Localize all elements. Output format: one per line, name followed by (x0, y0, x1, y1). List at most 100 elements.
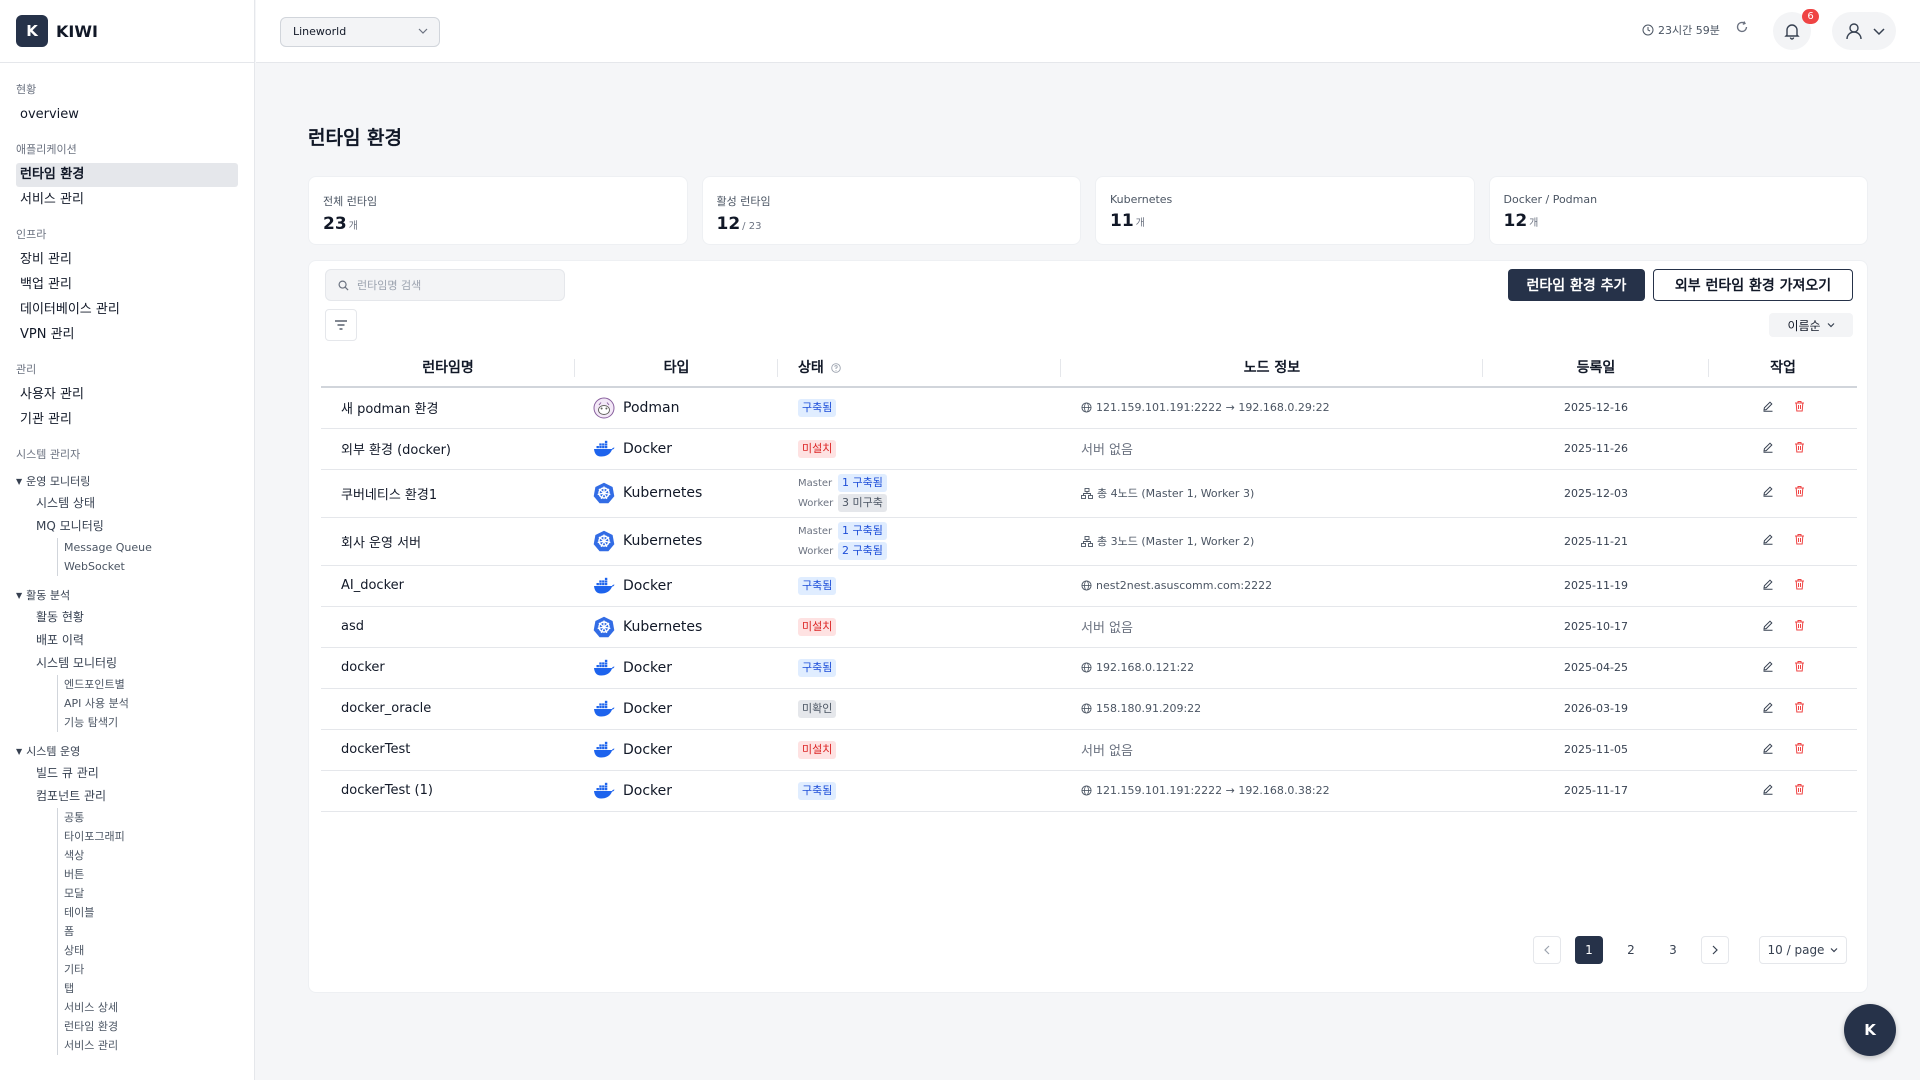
table-row[interactable]: dockerTest Docker 미설치 서버 없음 2025-11-05 (321, 729, 1857, 771)
runtime-name-link[interactable]: dockerTest (341, 742, 410, 757)
edit-icon[interactable] (1762, 742, 1774, 754)
sidebar-subitem[interactable]: 활동 현황 (16, 606, 238, 629)
edit-icon[interactable] (1762, 783, 1774, 795)
sidebar-subsubitem[interactable]: 폼 (64, 922, 238, 941)
sidebar-subsubitem[interactable]: API 사용 분석 (64, 694, 238, 713)
runtime-name-link[interactable]: dockerTest (1) (341, 783, 433, 798)
sort-select[interactable]: 이름순 (1769, 313, 1853, 337)
page-3-button[interactable]: 3 (1659, 936, 1687, 964)
table-row[interactable]: docker_oracle Docker 미확인 158.180.91.209:… (321, 688, 1857, 730)
runtime-name-link[interactable]: 회사 운영 서버 (341, 536, 421, 551)
sidebar-item[interactable]: 백업 관리 (16, 273, 238, 297)
edit-icon[interactable] (1762, 400, 1774, 412)
runtime-name-link[interactable]: 새 podman 환경 (341, 402, 438, 417)
table-row[interactable]: 회사 운영 서버 Kubernetes Master 1 구축됨 Worker 2 … (321, 517, 1857, 566)
sidebar-subitem[interactable]: 시스템 상태 (16, 492, 238, 515)
runtime-name-link[interactable]: docker_oracle (341, 701, 431, 716)
table-row[interactable]: asd Kubernetes 미설치 서버 없음 2025-10-17 (321, 606, 1857, 648)
sidebar-subsubitem[interactable]: 기타 (64, 960, 238, 979)
sidebar-subitem[interactable]: 컴포넌트 관리 (16, 785, 238, 808)
runtime-name-link[interactable]: asd (341, 619, 364, 634)
col-header-type[interactable]: 타입 (575, 347, 778, 388)
trash-icon[interactable] (1794, 742, 1805, 754)
trash-icon[interactable] (1794, 660, 1805, 672)
page-1-button[interactable]: 1 (1575, 936, 1603, 964)
page-2-button[interactable]: 2 (1617, 936, 1645, 964)
org-select[interactable]: Lineworld (280, 17, 440, 47)
trash-icon[interactable] (1794, 783, 1805, 795)
sidebar-subsubitem[interactable]: 기능 탐색기 (64, 713, 238, 732)
next-page-button[interactable] (1701, 936, 1729, 964)
trash-icon[interactable] (1794, 400, 1805, 412)
table-row[interactable]: 새 podman 환경 Podman 구축됨 121.159.101.191:2… (321, 387, 1857, 429)
runtime-name-link[interactable]: 쿠버네티스 환경1 (341, 488, 437, 503)
runtime-name-link[interactable]: AI_docker (341, 578, 404, 593)
table-row[interactable]: dockerTest (1) Docker 구축됨 121.159.101.19… (321, 770, 1857, 812)
col-header-date[interactable]: 등록일 (1483, 347, 1709, 388)
assistant-fab-button[interactable]: K (1844, 1004, 1896, 1056)
table-row[interactable]: 외부 환경 (docker) Docker 미설치 서버 없음 2025-11-… (321, 428, 1857, 470)
sidebar-subitem[interactable]: 시스템 모니터링 (16, 652, 238, 675)
sidebar-subsubitem[interactable]: 런타임 환경 (64, 1017, 238, 1036)
sidebar-item[interactable]: 사용자 관리 (16, 383, 238, 407)
sidebar-item[interactable]: 데이터베이스 관리 (16, 298, 238, 322)
sidebar-subitem[interactable]: 배포 이력 (16, 629, 238, 652)
runtime-name-link[interactable]: 외부 환경 (docker) (341, 443, 451, 458)
sidebar-item[interactable]: overview (16, 103, 238, 127)
trash-icon[interactable] (1794, 533, 1805, 545)
sidebar-item[interactable]: 서비스 관리 (16, 188, 238, 212)
edit-icon[interactable] (1762, 660, 1774, 672)
table-row[interactable]: 쿠버네티스 환경1 Kubernetes Master 1 구축됨 Worker 3… (321, 469, 1857, 518)
sidebar-subsubitem[interactable]: 타이포그래피 (64, 827, 238, 846)
sidebar-subitem[interactable]: MQ 모니터링 (16, 515, 238, 538)
sidebar-item[interactable]: 기관 관리 (16, 408, 238, 432)
search-input[interactable] (357, 278, 537, 292)
table-row[interactable]: docker Docker 구축됨 192.168.0.121:22 2025-… (321, 647, 1857, 689)
refresh-icon[interactable] (1735, 20, 1749, 38)
sidebar-subsubitem[interactable]: 탭 (64, 979, 238, 998)
logo[interactable]: K KIWI (0, 0, 254, 63)
trash-icon[interactable] (1794, 619, 1805, 631)
sidebar-item[interactable]: 장비 관리 (16, 248, 238, 272)
edit-icon[interactable] (1762, 441, 1774, 453)
import-runtime-button[interactable]: 외부 런타임 환경 가져오기 (1653, 269, 1853, 301)
edit-icon[interactable] (1762, 701, 1774, 713)
sidebar-subsubitem[interactable]: 서비스 관리 (64, 1036, 238, 1055)
help-icon[interactable] (830, 362, 841, 373)
edit-icon[interactable] (1762, 485, 1774, 497)
edit-icon[interactable] (1762, 619, 1774, 631)
col-header-status[interactable]: 상태 (778, 347, 1061, 388)
sidebar-group-toggle[interactable]: ▼ 활동 분석 (16, 586, 238, 606)
sidebar-item[interactable]: 런타임 환경 (16, 163, 238, 187)
sidebar-subsubitem[interactable]: 상태 (64, 941, 238, 960)
sidebar-subsubitem[interactable]: 모달 (64, 884, 238, 903)
sidebar-subsubitem[interactable]: 공통 (64, 808, 238, 827)
sidebar-subsubitem[interactable]: 서비스 상세 (64, 998, 238, 1017)
col-header-name[interactable]: 런타임명 (321, 347, 575, 388)
user-menu[interactable] (1832, 12, 1896, 50)
notification-button[interactable]: 6 (1773, 9, 1819, 50)
trash-icon[interactable] (1794, 441, 1805, 453)
trash-icon[interactable] (1794, 578, 1805, 590)
sidebar-group-toggle[interactable]: ▼ 운영 모니터링 (16, 472, 238, 492)
table-row[interactable]: AI_docker Docker 구축됨 nest2nest.asuscomm.… (321, 565, 1857, 607)
add-runtime-button[interactable]: 런타임 환경 추가 (1508, 269, 1645, 301)
sidebar-item[interactable]: VPN 관리 (16, 323, 238, 347)
edit-icon[interactable] (1762, 578, 1774, 590)
sidebar-subsubitem[interactable]: 엔드포인트별 (64, 675, 238, 694)
col-header-node[interactable]: 노드 정보 (1061, 347, 1483, 388)
sidebar-group-toggle[interactable]: ▼ 시스템 운영 (16, 742, 238, 762)
edit-icon[interactable] (1762, 533, 1774, 545)
sidebar-subsubitem[interactable]: 색상 (64, 846, 238, 865)
prev-page-button[interactable] (1533, 936, 1561, 964)
sidebar-subsubitem[interactable]: 테이블 (64, 903, 238, 922)
sidebar-subitem[interactable]: 빌드 큐 관리 (16, 762, 238, 785)
filter-button[interactable] (325, 309, 357, 341)
page-size-select[interactable]: 10 / page (1759, 936, 1847, 964)
sidebar-subsubitem[interactable]: WebSocket (64, 557, 238, 576)
trash-icon[interactable] (1794, 485, 1805, 497)
sidebar-subsubitem[interactable]: Message Queue (64, 538, 238, 557)
runtime-name-link[interactable]: docker (341, 660, 385, 675)
sidebar-subsubitem[interactable]: 버튼 (64, 865, 238, 884)
trash-icon[interactable] (1794, 701, 1805, 713)
